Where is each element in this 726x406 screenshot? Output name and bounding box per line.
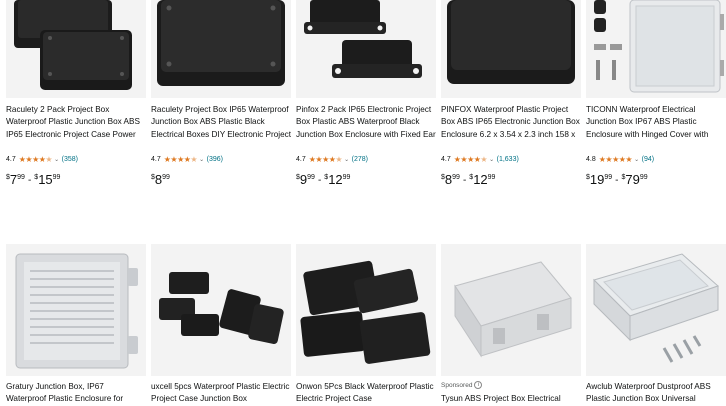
review-count[interactable]: (358) <box>62 155 78 165</box>
product-image[interactable] <box>296 244 436 376</box>
price: $8 99 <box>151 172 170 187</box>
product-image[interactable] <box>586 244 726 376</box>
black-enclosure-icon <box>151 0 291 98</box>
rating-value: 4.7 <box>151 156 161 163</box>
product-image[interactable] <box>296 0 436 98</box>
price-range: $19 99 - $79 99 <box>586 172 648 187</box>
star-rating-icon: ★★★★★⌄ <box>18 155 59 164</box>
two-black-enclosures-icon <box>6 0 146 98</box>
product-title[interactable]: Raculety Project Box IP65 Waterproof Jun… <box>151 104 291 141</box>
product-title[interactable]: Tysun ABS Project Box Electrical <box>441 393 581 405</box>
rating-row[interactable]: 4.7 ★★★★ ★ ⌄ (358) <box>6 155 78 165</box>
product-image[interactable] <box>151 0 291 98</box>
rating-row[interactable]: 4.7 ★★★★ ★ ⌄ (278) <box>296 155 368 165</box>
sponsored-label: Sponsored i <box>441 381 483 389</box>
rating-row[interactable]: 4.8 ★★★★★ ⌄ (94) <box>586 155 654 165</box>
product-title[interactable]: Raculety 2 Pack Project Box Waterproof P… <box>6 104 146 141</box>
product-title[interactable]: Pinfox 2 Pack IP65 Electronic Project Bo… <box>296 104 436 141</box>
info-icon[interactable]: i <box>474 381 483 389</box>
star-rating-icon: ★★★★★⌄ <box>453 155 494 164</box>
price-range: $9 99 - $12 99 <box>296 172 351 187</box>
grey-latch-enclosure-icon <box>441 244 581 376</box>
product-title[interactable]: Gratury Junction Box, IP67 Waterproof Pl… <box>6 381 146 406</box>
product-title[interactable]: Awclub Waterproof Dustproof ABS Plastic … <box>586 381 726 406</box>
product-title[interactable]: Onwon 5Pcs Black Waterproof Plastic Elec… <box>296 381 436 406</box>
review-count[interactable]: (94) <box>642 155 654 165</box>
price-range: $7 99 - $15 99 <box>6 172 61 187</box>
review-count[interactable]: (396) <box>207 155 223 165</box>
rating-value: 4.7 <box>6 156 16 163</box>
product-title[interactable]: TICONN Waterproof Electrical Junction Bo… <box>586 104 726 141</box>
rating-row[interactable]: 4.7 ★★★★ ★ ⌄ (1,633) <box>441 155 519 165</box>
rating-row[interactable]: 4.7 ★★★★ ★ ⌄ (396) <box>151 155 223 165</box>
rating-value: 4.7 <box>441 156 451 163</box>
product-title[interactable]: uxcell 5pcs Waterproof Plastic Electric … <box>151 381 291 406</box>
black-enclosures-with-ears-icon <box>296 0 436 98</box>
stacked-black-boxes-icon <box>296 244 436 376</box>
product-image[interactable] <box>586 0 726 98</box>
rating-value: 4.8 <box>586 156 596 163</box>
product-title[interactable]: PINFOX Waterproof Plastic Project Box AB… <box>441 104 581 141</box>
five-small-black-boxes-icon <box>151 244 291 376</box>
star-rating-icon: ★★★★★⌄ <box>308 155 349 164</box>
product-image[interactable] <box>441 244 581 376</box>
star-rating-icon: ★★★★★⌄ <box>163 155 204 164</box>
star-rating-icon: ★★★★★⌄ <box>598 155 639 164</box>
product-image[interactable] <box>6 244 146 376</box>
product-image[interactable] <box>441 0 581 98</box>
clear-lid-enclosure-icon <box>586 244 726 376</box>
price-range: $8 99 - $12 99 <box>441 172 496 187</box>
product-image[interactable] <box>151 244 291 376</box>
review-count[interactable]: (1,633) <box>497 155 519 165</box>
grey-hinged-enclosure-icon <box>6 244 146 376</box>
rating-value: 4.7 <box>296 156 306 163</box>
black-enclosure-icon <box>441 0 581 98</box>
clear-hinged-enclosure-icon <box>586 0 726 98</box>
product-image[interactable] <box>6 0 146 98</box>
review-count[interactable]: (278) <box>352 155 368 165</box>
